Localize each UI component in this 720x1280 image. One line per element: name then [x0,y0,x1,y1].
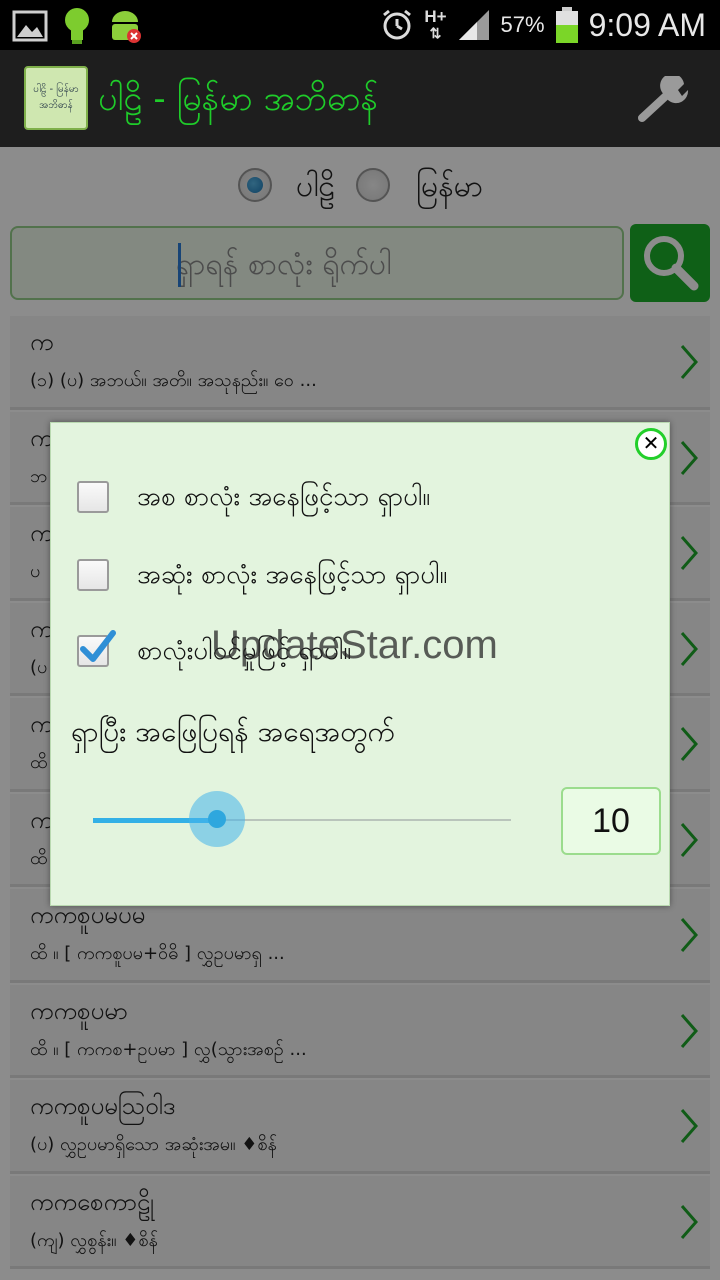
result-count-value[interactable]: 10 [561,787,661,855]
option-ends-with[interactable]: အဆုံး စာလုံး အနေဖြင့်သာ ရှာပါ။ [75,553,635,603]
logo-text-line2: အဘိဓာန် [39,100,73,111]
alarm-icon [383,9,412,40]
status-bar: H+ ⇅ 57% 9:09 AM [0,0,720,50]
app-title: ပါဠိ - မြန်မာ အဘိဓာန် [98,79,379,119]
app-logo: ပါဠိ - မြန်မာ အဘိဓာန် [24,66,88,130]
checkbox-contains[interactable] [77,630,116,667]
wrench-icon[interactable] [638,76,694,122]
slider-thumb[interactable] [207,810,226,828]
lightbulb-icon [65,8,89,44]
option-starts-with[interactable]: အစ စာလုံး အနေဖြင့်သာ ရှာပါ။ [75,475,635,525]
option-contains-label: စာလုံးပါဝင်မှုဖြင့် ရှာပါ။ [137,636,352,666]
result-count-heading: ရှာပြီး အဖြေပြရန် အရေအတွက် [71,715,395,748]
option-ends-with-label: အဆုံး စာလုံး အနေဖြင့်သာ ရှာပါ။ [137,560,448,590]
option-starts-with-label: အစ စာလုံး အနေဖြင့်သာ ရှာပါ။ [137,482,431,512]
battery-percent: 57% [500,12,545,37]
search-options-dialog: ✕ အစ စာလုံး အနေဖြင့်သာ ရှာပါ။ အဆုံး စာလု… [50,422,670,906]
checkbox-ends-with[interactable] [77,559,109,591]
signal-icon [458,10,489,40]
logo-text-line1: ပါဠိ - မြန်မာ [33,84,79,95]
option-contains[interactable]: စာလုံးပါဝင်မှုဖြင့် ရှာပါ။ [75,629,635,679]
network-type: H+ ⇅ [424,7,447,41]
gallery-icon [12,10,48,42]
clock: 9:09 AM [588,6,706,43]
checkmark-icon [80,630,116,662]
checkbox-starts-with[interactable] [77,481,109,513]
action-bar: ပါဠိ - မြန်မာ အဘိဓာန် ပါဠိ - မြန်မာ အဘိဓ… [0,50,720,147]
close-icon[interactable]: ✕ [635,428,667,460]
android-debug-icon [112,11,141,43]
battery-icon [555,7,578,43]
